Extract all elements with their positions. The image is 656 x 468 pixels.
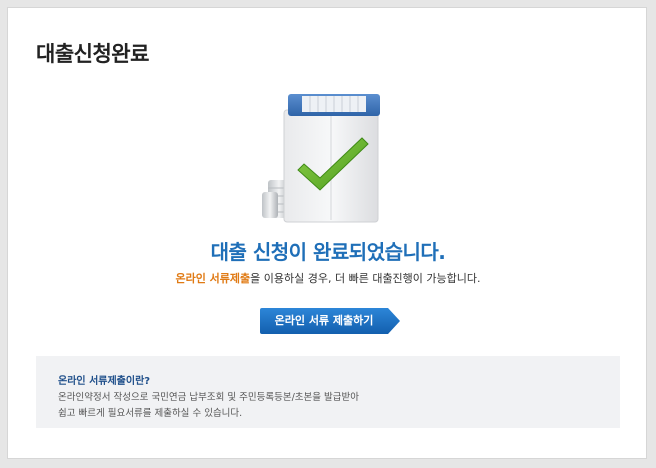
completion-subline: 온라인 서류제출을 이용하실 경우, 더 빠른 대출진행이 가능합니다. — [8, 270, 648, 286]
subline-text: 을 이용하실 경우, 더 빠른 대출진행이 가능합니다. — [250, 272, 481, 285]
info-line-1: 온라인약정서 작성으로 국민연금 납부조회 및 주민등록등본/초본을 발급받아 — [58, 392, 359, 403]
submit-documents-online-button[interactable]: 온라인 서류 제출하기 — [260, 308, 400, 334]
info-line-2: 쉽고 빠르게 필요서류를 제출하실 수 있습니다. — [58, 408, 243, 419]
completion-dialog: 대출신청완료 대출 신청이 완료되었습니다. 온라인 서류제출을 이용하실 경우… — [7, 7, 647, 459]
info-title: 온라인 서류제출이란? — [58, 376, 151, 387]
clipboard-checkmark-icon — [258, 88, 388, 228]
info-box: 온라인 서류제출이란? 온라인약정서 작성으로 국민연금 납부조회 및 주민등록… — [36, 356, 620, 428]
completion-headline: 대출 신청이 완료되었습니다. — [210, 240, 446, 264]
online-submission-highlight: 온라인 서류제출 — [175, 272, 251, 285]
submit-documents-online-label: 온라인 서류 제출하기 — [274, 314, 374, 327]
page-title: 대출신청완료 — [36, 42, 149, 66]
